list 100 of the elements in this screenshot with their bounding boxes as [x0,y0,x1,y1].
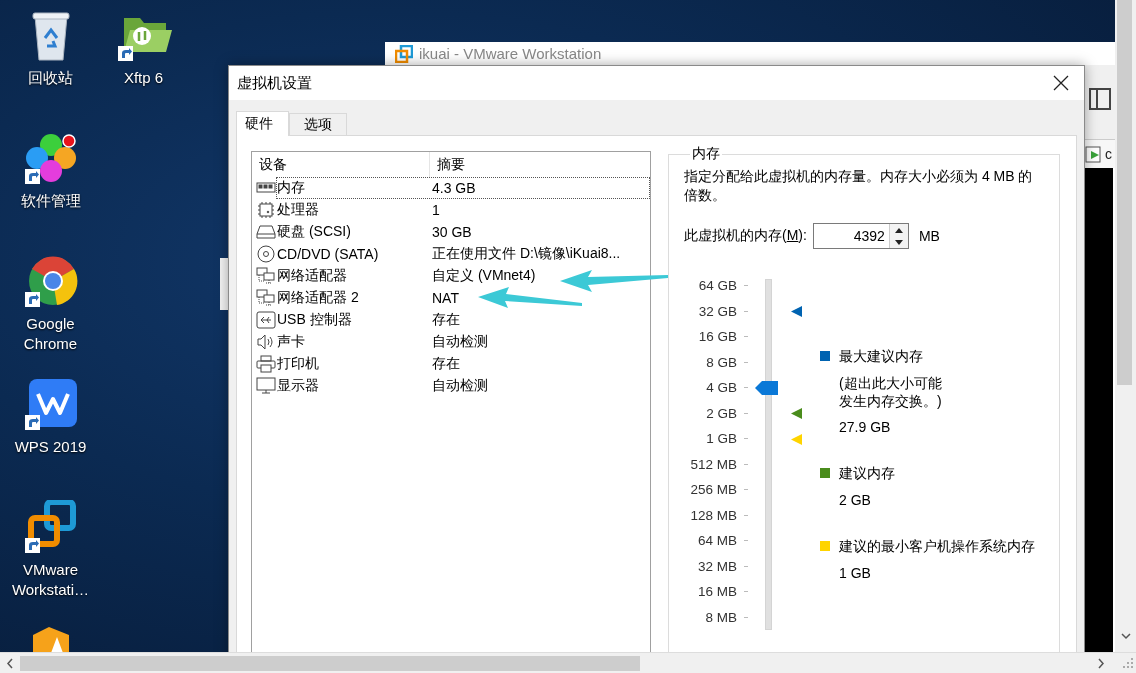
slider-track[interactable] [765,279,772,630]
arrow-down-icon [894,239,903,245]
usb-icon [256,311,276,329]
device-name: 内存 [277,179,306,197]
device-name: 显示器 [277,377,320,395]
device-row[interactable]: 网络适配器 自定义 (VMnet4) [276,265,650,287]
legend-title: 建议内存 [839,464,895,483]
browser-icon[interactable] [22,254,79,310]
desktop-icon-label[interactable]: WPS 2019 [14,437,87,457]
legend-value: 2 GB [839,491,872,510]
device-row[interactable]: 内存 4.3 GB [276,177,650,199]
triangle-marker-icon [791,433,802,445]
device-row[interactable]: 打印机 存在 [276,353,650,375]
spin-down-button[interactable] [889,236,908,248]
tab[interactable]: 硬件 [236,111,289,136]
scale-label: 16 GB [697,329,737,345]
flower-icon[interactable] [22,131,79,187]
dialog-title: 虚拟机设置 [237,73,312,93]
description: 指定分配给此虚拟机的内存量。内存大小必须为 4 MB 的倍数。 [684,167,1034,205]
scale-label: 2 GB [705,405,737,421]
monitor-icon [256,377,276,395]
scale-label: 64 GB [697,278,737,294]
network-icon [256,289,276,307]
device-summary: NAT [432,290,459,306]
column-header[interactable]: 设备 [252,152,430,177]
tab-label[interactable]: c [1105,146,1112,162]
scale-label: 128 MB [689,507,737,523]
chevron-right-icon[interactable] [1097,657,1105,669]
disc-icon [256,245,276,263]
device-row[interactable]: 声卡 自动检测 [276,331,650,353]
chevron-down-icon[interactable] [1120,633,1131,640]
legend-title: 最大建议内存 [839,347,924,366]
scrollbar-thumb[interactable] [20,655,640,671]
desktop-icon-label[interactable]: VMware Workstati… [7,560,94,600]
resize-grip-icon[interactable] [1123,658,1133,668]
device-name: 网络适配器 [277,267,348,285]
app-logo-icon [395,44,413,63]
scale-label: 16 MB [696,584,737,600]
device-summary: 4.3 GB [432,180,476,196]
device-summary: 存在 [432,355,460,373]
printer-icon [256,355,276,373]
scale-label: 64 MB [696,533,737,549]
hard-drive-icon [256,223,276,241]
triangle-marker-icon [791,306,802,317]
device-row[interactable]: 网络适配器 2 NAT [276,287,650,309]
device-summary: 自动检测 [432,333,488,351]
desktop-icon-label[interactable]: 软件管理 [20,191,81,211]
desktop-icon-label[interactable]: Google Chrome [7,314,94,354]
scale-label: 512 MB [689,456,737,472]
network-icon [256,267,276,285]
scale-label: 32 GB [697,303,737,319]
arrow-up-icon [894,227,903,233]
legend-note: (超出此大小可能发生内存交换。) [839,374,943,410]
scale-label: 8 GB [705,354,737,370]
group-title: 内存 [691,145,721,163]
desktop-icon-label[interactable]: Xftp 6 [123,68,164,88]
device-name: 处理器 [277,201,320,219]
close-icon [1053,75,1069,91]
triangle-marker-icon [791,408,802,419]
device-summary: 1 [432,202,440,218]
scale-label: 1 GB [705,431,737,447]
device-row[interactable]: CD/DVD (SATA) 正在使用文件 D:\镜像\iKuai8... [276,243,650,265]
legend-title: 建议的最小客户机操作系统内存 [839,537,1035,556]
desktop-icon-label[interactable]: 回收站 [28,68,73,88]
device-name: CD/DVD (SATA) [277,246,380,262]
chevron-left-icon[interactable] [6,657,14,669]
device-row[interactable]: 处理器 1 [276,199,650,221]
device-summary: 自定义 (VMnet4) [432,267,536,285]
device-name: 网络适配器 2 [277,289,360,307]
window-title: ikuai - VMware Workstation [419,44,602,63]
legend-value: 27.9 GB [839,418,892,437]
device-name: 硬盘 (SCSI) [277,223,352,241]
overlapping-squares-icon[interactable] [22,500,79,556]
device-summary: 存在 [432,311,460,329]
scale-label: 8 MB [704,609,737,625]
split-view-icon[interactable] [1088,87,1112,111]
office-app-icon[interactable] [22,377,79,433]
spin-up-button[interactable] [889,224,908,236]
unit-label: MB [918,228,940,244]
device-summary: 正在使用文件 D:\镜像\iKuai8... [432,245,621,263]
field-label: 此虚拟机的内存(M): [684,227,807,245]
device-summary: 30 GB [432,224,472,240]
play-console-icon[interactable] [1085,144,1103,164]
slider-thumb[interactable] [755,381,778,395]
speaker-icon [256,333,276,351]
column-header[interactable]: 摘要 [430,152,465,177]
legend-value: 1 GB [839,564,872,583]
device-summary: 自动检测 [432,377,488,395]
chip-icon [256,201,276,219]
device-row[interactable]: 显示器 自动检测 [276,375,650,397]
scale-label: 4 GB [705,380,737,396]
tab[interactable]: 选项 [289,113,347,135]
device-row[interactable]: USB 控制器 存在 [276,309,650,331]
device-name: 打印机 [277,355,320,373]
device-row[interactable]: 硬盘 (SCSI) 30 GB [276,221,650,243]
scrollbar-thumb[interactable] [1117,0,1132,385]
device-name: 声卡 [277,333,306,351]
scale-label: 32 MB [696,558,737,574]
scale-label: 256 MB [689,482,737,498]
device-name: USB 控制器 [277,311,353,329]
